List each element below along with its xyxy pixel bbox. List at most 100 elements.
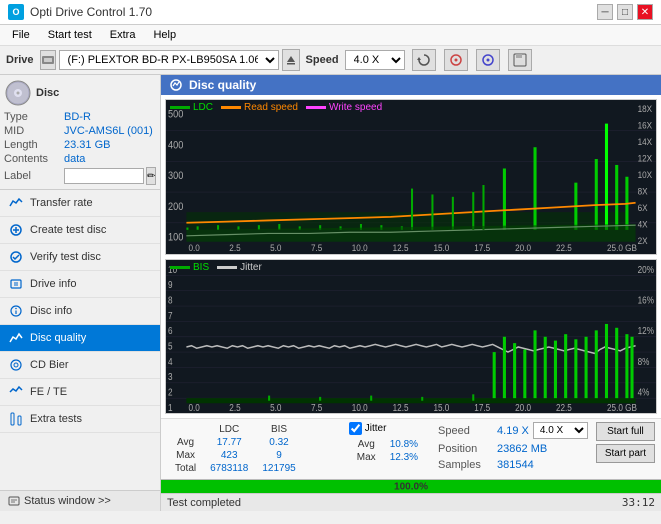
nav-transfer-rate[interactable]: Transfer rate xyxy=(0,190,160,217)
max-label: Max xyxy=(169,450,202,461)
nav-verify-test-disc-label: Verify test disc xyxy=(30,251,101,263)
close-button[interactable]: ✕ xyxy=(637,4,653,20)
jitter-stats-section: Jitter Avg 10.8% Max 12.3% xyxy=(349,422,426,465)
jitter-label: Jitter xyxy=(365,423,387,434)
nav-transfer-rate-label: Transfer rate xyxy=(30,197,93,209)
disc-label-edit-button[interactable]: ✏ xyxy=(146,167,156,185)
svg-text:3: 3 xyxy=(168,371,173,382)
nav-disc-info[interactable]: Disc info xyxy=(0,298,160,325)
disc-quality-header: Disc quality xyxy=(161,75,661,95)
nav-disc-info-label: Disc info xyxy=(30,305,72,317)
disc-title: Disc xyxy=(36,87,59,99)
position-label: Position xyxy=(438,443,493,455)
drive-selector[interactable]: (F:) PLEXTOR BD-R PX-LB950SA 1.06 xyxy=(59,50,279,70)
label-label: Label xyxy=(4,170,64,182)
title-bar-left: O Opti Drive Control 1.70 xyxy=(8,4,152,20)
svg-text:12X: 12X xyxy=(638,153,653,164)
svg-text:18X: 18X xyxy=(638,103,653,114)
status-footer: Test completed 33:12 xyxy=(161,493,661,511)
disc-label-row: Label ✏ xyxy=(4,167,156,185)
read-speed-legend-color xyxy=(221,106,241,109)
menu-help[interactable]: Help xyxy=(145,27,184,43)
disc-type-row: Type BD-R xyxy=(4,111,156,123)
svg-text:6: 6 xyxy=(168,325,173,336)
jitter-legend: Jitter xyxy=(217,262,262,273)
svg-text:200: 200 xyxy=(168,201,184,213)
stats-col-empty xyxy=(169,424,202,435)
save-button[interactable] xyxy=(508,49,532,71)
svg-text:10.0: 10.0 xyxy=(352,402,368,413)
mid-value: JVC-AMS6L (001) xyxy=(64,125,156,137)
ldc-legend-label: LDC xyxy=(193,102,213,113)
nav-cd-bier[interactable]: CD Bier xyxy=(0,352,160,379)
disc-icon xyxy=(4,79,32,107)
type-label: Type xyxy=(4,111,64,123)
svg-text:16X: 16X xyxy=(638,120,653,131)
status-window-button[interactable]: Status window >> xyxy=(0,490,160,511)
position-row: Position 23862 MB xyxy=(438,443,588,455)
nav-create-test-disc[interactable]: Create test disc xyxy=(0,217,160,244)
svg-text:9: 9 xyxy=(168,279,173,290)
mid-label: MID xyxy=(4,125,64,137)
jitter-max-val: 12.3% xyxy=(384,452,424,463)
svg-text:4: 4 xyxy=(168,356,173,367)
minimize-button[interactable]: ─ xyxy=(597,4,613,20)
drive-info-icon xyxy=(8,276,24,292)
max-ldc: 423 xyxy=(204,450,254,461)
drive-label: Drive xyxy=(6,54,34,66)
svg-text:5: 5 xyxy=(168,340,173,351)
svg-text:400: 400 xyxy=(168,140,184,152)
disc-read-button[interactable] xyxy=(444,49,468,71)
disc-header: Disc xyxy=(4,79,156,107)
speed-dropdown[interactable]: 4.0 X xyxy=(533,422,588,439)
speed-label: Speed xyxy=(306,54,339,66)
nav-disc-quality-label: Disc quality xyxy=(30,332,86,344)
disc-label-input[interactable] xyxy=(64,168,144,184)
total-label: Total xyxy=(169,463,202,474)
disc-quality-icon xyxy=(8,330,24,346)
svg-text:14X: 14X xyxy=(638,136,653,147)
status-window-icon xyxy=(8,495,20,507)
jitter-checkbox[interactable] xyxy=(349,422,362,435)
nav-drive-info[interactable]: Drive info xyxy=(0,271,160,298)
jitter-checkbox-label[interactable]: Jitter xyxy=(349,422,426,435)
nav-disc-quality[interactable]: Disc quality xyxy=(0,325,160,352)
start-part-button[interactable]: Start part xyxy=(596,444,655,463)
start-buttons: Start full Start part xyxy=(596,422,655,463)
nav-fe-te[interactable]: FE / TE xyxy=(0,379,160,406)
svg-text:12.5: 12.5 xyxy=(393,243,409,254)
jitter-avg-label: Avg xyxy=(351,439,382,450)
drive-icon xyxy=(40,50,56,70)
disc-mid-row: MID JVC-AMS6L (001) xyxy=(4,125,156,137)
menu-file[interactable]: File xyxy=(4,27,38,43)
nav-verify-test-disc[interactable]: Verify test disc xyxy=(0,244,160,271)
ldc-legend: LDC xyxy=(170,102,213,113)
nav-extra-tests[interactable]: Extra tests xyxy=(0,406,160,433)
eject-button[interactable] xyxy=(282,49,300,71)
cd-bier-icon xyxy=(8,357,24,373)
main-content: Disc Type BD-R MID JVC-AMS6L (001) Lengt… xyxy=(0,75,661,511)
refresh-button[interactable] xyxy=(412,49,436,71)
nav-create-test-disc-label: Create test disc xyxy=(30,224,106,236)
avg-bis: 0.32 xyxy=(256,437,301,448)
menu-start-test[interactable]: Start test xyxy=(40,27,100,43)
stats-total-row: Total 6783118 121795 xyxy=(169,463,302,474)
total-ldc: 6783118 xyxy=(204,463,254,474)
svg-text:0.0: 0.0 xyxy=(188,402,199,413)
svg-text:15.0: 15.0 xyxy=(433,243,449,254)
svg-text:7: 7 xyxy=(168,309,173,320)
disc-info-icon xyxy=(8,303,24,319)
left-panel: Disc Type BD-R MID JVC-AMS6L (001) Lengt… xyxy=(0,75,161,511)
total-bis: 121795 xyxy=(256,463,301,474)
svg-text:6X: 6X xyxy=(638,202,648,213)
menu-extra[interactable]: Extra xyxy=(102,27,144,43)
speed-position-section: Speed 4.19 X 4.0 X Position 23862 MB Sam… xyxy=(438,422,588,473)
svg-text:2: 2 xyxy=(168,386,173,397)
app-title: Opti Drive Control 1.70 xyxy=(30,5,152,19)
start-full-button[interactable]: Start full xyxy=(596,422,655,441)
contents-label: Contents xyxy=(4,153,64,165)
speed-selector[interactable]: 4.0 X xyxy=(345,50,405,70)
svg-text:2.5: 2.5 xyxy=(229,402,240,413)
disc-write-button[interactable] xyxy=(476,49,500,71)
maximize-button[interactable]: □ xyxy=(617,4,633,20)
